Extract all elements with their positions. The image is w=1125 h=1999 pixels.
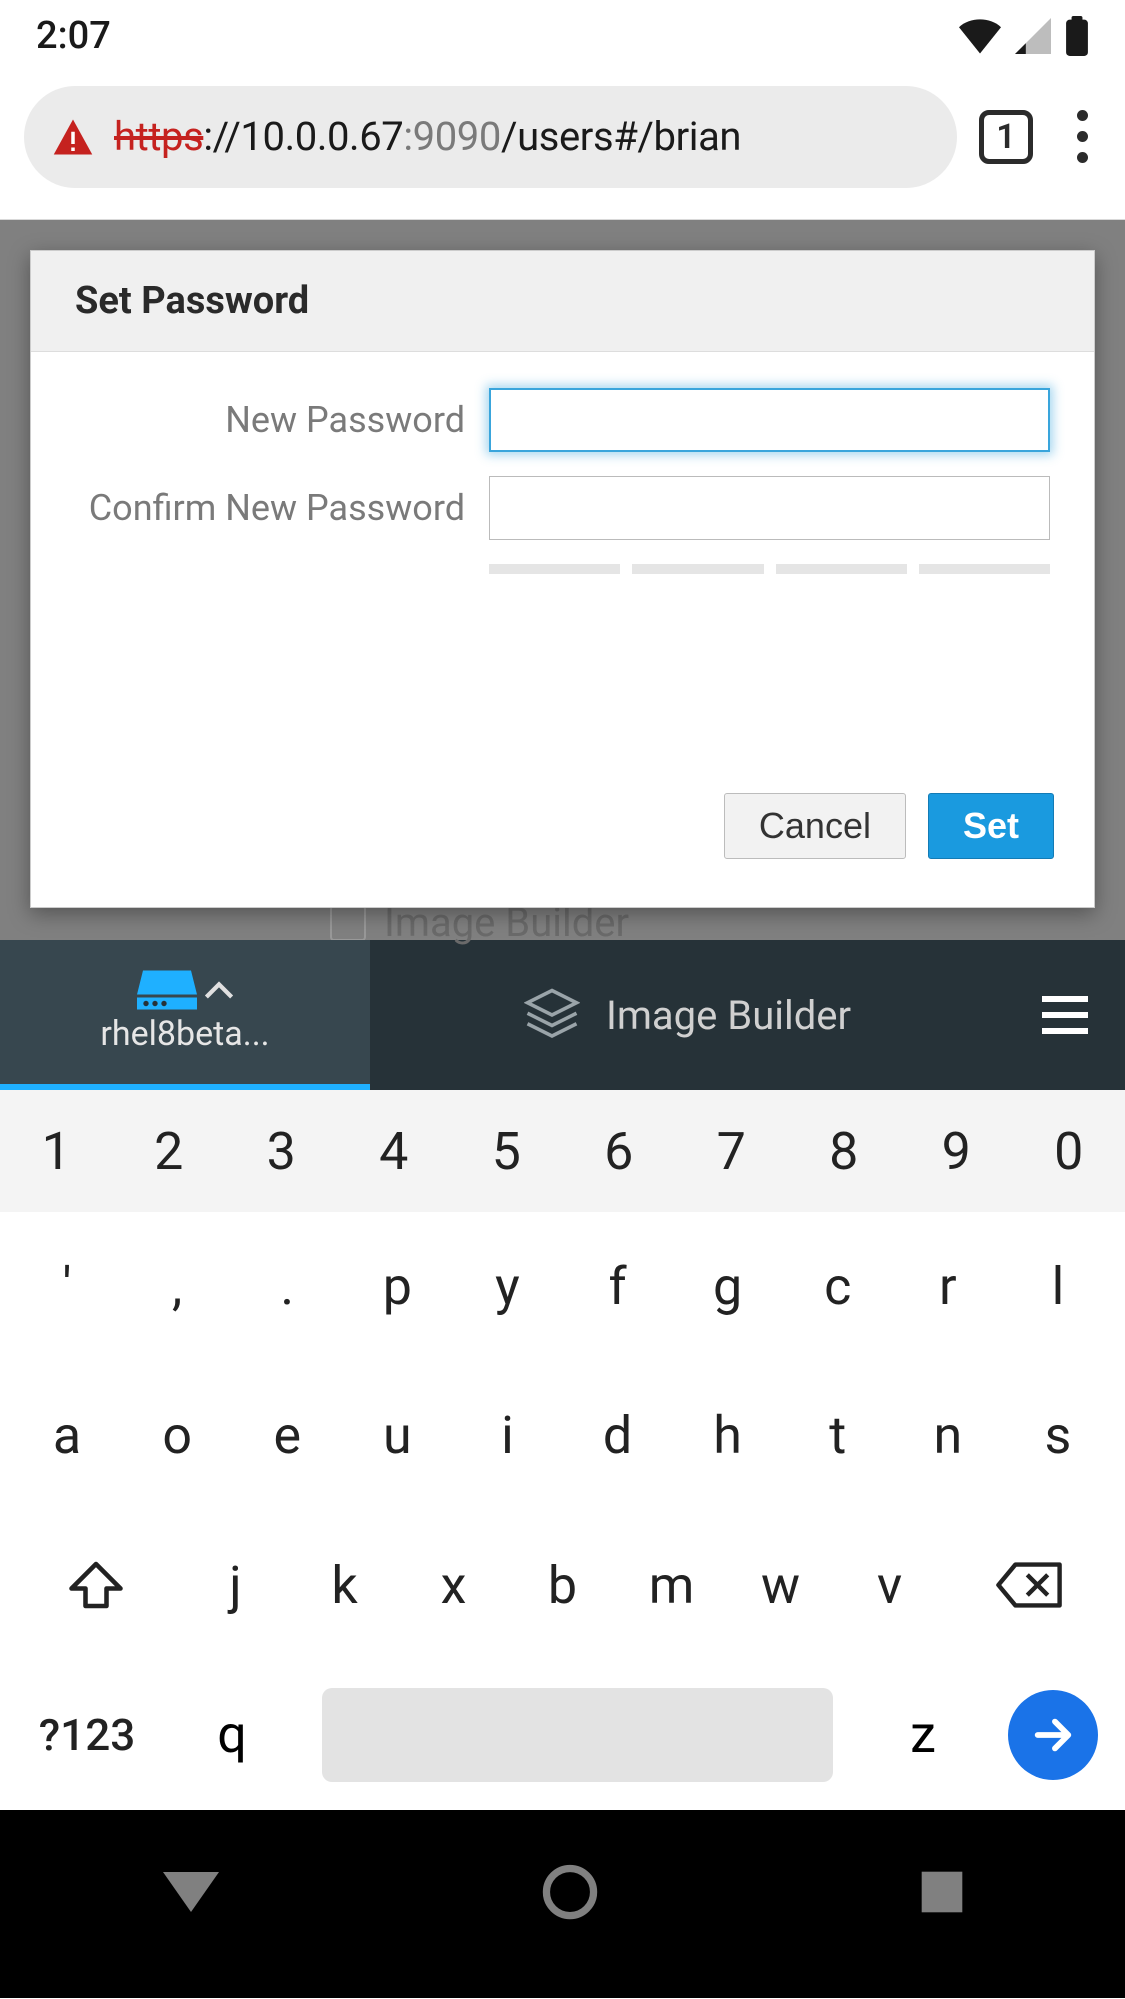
key-p[interactable]: p xyxy=(342,1212,452,1361)
key-comma[interactable]: , xyxy=(122,1212,232,1361)
kb-tab-builder[interactable]: Image Builder xyxy=(370,987,1005,1043)
keyboard-row-2: a o e u i d h t n s xyxy=(0,1361,1125,1510)
layers-icon xyxy=(524,987,580,1043)
key-x[interactable]: x xyxy=(399,1511,508,1660)
keyboard-number-row: 1 2 3 4 5 6 7 8 9 0 xyxy=(0,1090,1125,1212)
key-c[interactable]: c xyxy=(783,1212,893,1361)
tab-count: 1 xyxy=(996,117,1015,157)
browser-chrome: https://10.0.0.67:9090/users#/brian 1 xyxy=(0,72,1125,220)
url-bar[interactable]: https://10.0.0.67:9090/users#/brian xyxy=(24,86,957,188)
key-w[interactable]: w xyxy=(726,1511,835,1660)
triangle-down-icon xyxy=(159,1867,223,1917)
android-navbar xyxy=(0,1810,1125,1998)
onscreen-keyboard: 1 2 3 4 5 6 7 8 9 0 ' , . p y f g c r l … xyxy=(0,1090,1125,1810)
key-2[interactable]: 2 xyxy=(113,1090,226,1212)
key-e[interactable]: e xyxy=(232,1361,342,1510)
key-o[interactable]: o xyxy=(122,1361,232,1510)
shift-icon xyxy=(68,1557,124,1613)
wifi-icon xyxy=(959,18,1001,54)
set-password-modal: Set Password New Password Confirm New Pa… xyxy=(30,250,1095,908)
status-icons xyxy=(959,16,1089,56)
confirm-password-input[interactable] xyxy=(489,476,1050,540)
modal-title: Set Password xyxy=(31,251,1094,352)
set-button[interactable]: Set xyxy=(928,793,1054,859)
nav-back-button[interactable] xyxy=(159,1867,223,1921)
key-r[interactable]: r xyxy=(893,1212,1003,1361)
key-apostrophe[interactable]: ' xyxy=(12,1212,122,1361)
key-4[interactable]: 4 xyxy=(338,1090,451,1212)
key-t[interactable]: t xyxy=(783,1361,893,1510)
key-3[interactable]: 3 xyxy=(225,1090,338,1212)
key-8[interactable]: 8 xyxy=(788,1090,901,1212)
key-d[interactable]: d xyxy=(562,1361,672,1510)
key-symbols[interactable]: ?123 xyxy=(12,1709,162,1761)
kb-tab-host[interactable]: rhel8beta... xyxy=(0,940,370,1090)
cancel-button[interactable]: Cancel xyxy=(724,793,906,859)
key-9[interactable]: 9 xyxy=(900,1090,1013,1212)
key-g[interactable]: g xyxy=(673,1212,783,1361)
kb-builder-label: Image Builder xyxy=(606,992,851,1039)
key-b[interactable]: b xyxy=(508,1511,617,1660)
key-z[interactable]: z xyxy=(863,1704,983,1765)
page-area: Image Builder Set Password New Password … xyxy=(0,220,1125,940)
key-shift[interactable] xyxy=(12,1511,181,1660)
keyboard-space-row: ?123 q z xyxy=(0,1660,1125,1810)
key-backspace[interactable] xyxy=(944,1511,1113,1660)
chevron-up-icon xyxy=(205,981,233,999)
key-y[interactable]: y xyxy=(452,1212,562,1361)
battery-icon xyxy=(1065,16,1089,56)
modal-footer: Cancel Set xyxy=(31,769,1094,907)
nav-home-button[interactable] xyxy=(541,1863,599,1925)
key-5[interactable]: 5 xyxy=(450,1090,563,1212)
key-u[interactable]: u xyxy=(342,1361,452,1510)
insecure-warning-icon xyxy=(52,116,94,158)
circle-icon xyxy=(541,1863,599,1921)
modal-body: New Password Confirm New Password xyxy=(31,352,1094,769)
key-f[interactable]: f xyxy=(562,1212,672,1361)
nav-recents-button[interactable] xyxy=(918,1868,966,1920)
key-m[interactable]: m xyxy=(617,1511,726,1660)
key-0[interactable]: 0 xyxy=(1013,1090,1125,1212)
key-k[interactable]: k xyxy=(290,1511,399,1660)
new-password-input[interactable] xyxy=(489,388,1050,452)
key-l[interactable]: l xyxy=(1003,1212,1113,1361)
key-i[interactable]: i xyxy=(452,1361,562,1510)
key-period[interactable]: . xyxy=(232,1212,342,1361)
new-password-row: New Password xyxy=(75,388,1050,452)
new-password-label: New Password xyxy=(75,399,465,441)
key-j[interactable]: j xyxy=(181,1511,290,1660)
key-h[interactable]: h xyxy=(673,1361,783,1510)
key-space[interactable] xyxy=(322,1688,833,1782)
cell-icon xyxy=(1015,18,1051,54)
backspace-icon xyxy=(995,1561,1063,1609)
key-q[interactable]: q xyxy=(172,1704,292,1765)
key-6[interactable]: 6 xyxy=(563,1090,676,1212)
key-enter[interactable] xyxy=(993,1690,1113,1780)
tab-switcher[interactable]: 1 xyxy=(979,110,1033,164)
phone-statusbar: 2:07 xyxy=(0,0,1125,72)
checkbox-icon xyxy=(330,905,366,941)
key-1[interactable]: 1 xyxy=(0,1090,113,1212)
confirm-password-row: Confirm New Password xyxy=(75,476,1050,540)
keyboard-menu-button[interactable] xyxy=(1005,996,1125,1034)
key-a[interactable]: a xyxy=(12,1361,122,1510)
keyboard-row-1: ' , . p y f g c r l xyxy=(0,1212,1125,1361)
arrow-right-icon xyxy=(1030,1712,1076,1758)
key-s[interactable]: s xyxy=(1003,1361,1113,1510)
server-icon xyxy=(137,970,197,1010)
key-7[interactable]: 7 xyxy=(675,1090,788,1212)
browser-menu-button[interactable] xyxy=(1055,110,1109,163)
confirm-password-label: Confirm New Password xyxy=(75,487,465,529)
kb-tab-label: rhel8beta... xyxy=(100,1014,269,1054)
key-v[interactable]: v xyxy=(835,1511,944,1660)
keyboard-top-bar: rhel8beta... Image Builder xyxy=(0,940,1125,1090)
url-text: https://10.0.0.67:9090/users#/brian xyxy=(114,113,741,160)
status-time: 2:07 xyxy=(36,14,111,58)
password-strength-meter xyxy=(489,564,1050,574)
square-icon xyxy=(918,1868,966,1916)
keyboard-row-3: j k x b m w v xyxy=(0,1511,1125,1660)
key-n[interactable]: n xyxy=(893,1361,1003,1510)
